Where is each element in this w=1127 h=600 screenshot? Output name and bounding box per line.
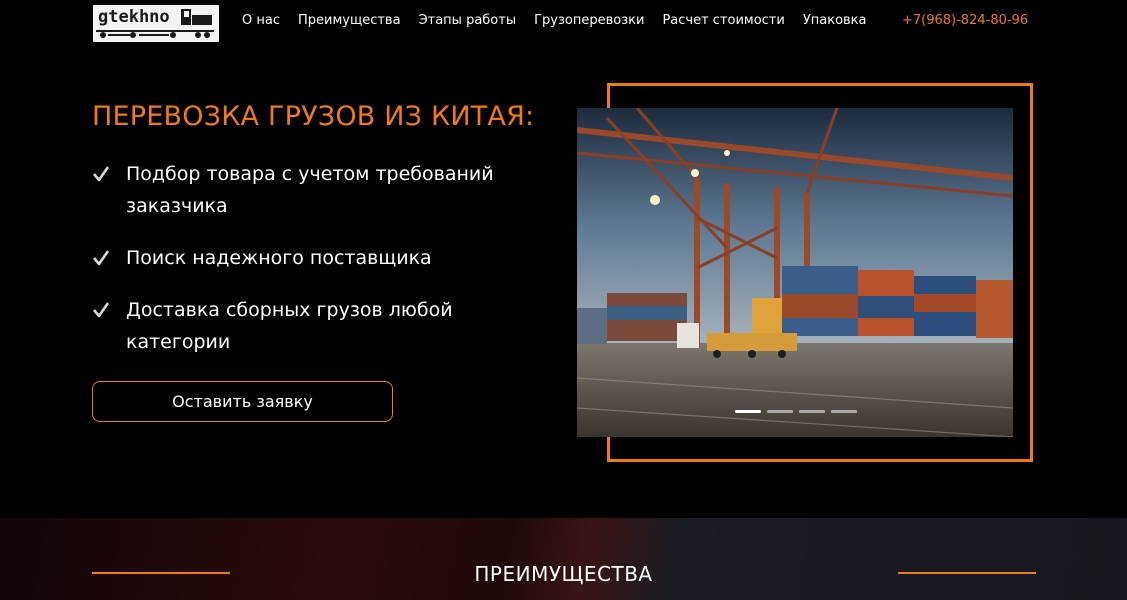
feature-list: Подбор товара с учетом требований заказч… xyxy=(92,158,552,378)
slider-dot[interactable] xyxy=(831,410,857,413)
feature-item: Поиск надежного поставщика xyxy=(92,242,552,274)
page: gtekhno О нас Преимущества Этапы работы … xyxy=(0,0,1127,600)
slider-dot[interactable] xyxy=(735,410,761,413)
logo-text: gtekhno xyxy=(98,7,170,27)
main-nav: О нас Преимущества Этапы работы Грузопер… xyxy=(242,12,885,30)
site-header: gtekhno О нас Преимущества Этапы работы … xyxy=(0,0,1127,44)
nav-item-cost-calc[interactable]: Расчет стоимости xyxy=(662,12,784,30)
hero-slider-image[interactable] xyxy=(577,108,1013,437)
nav-item-advantages[interactable]: Преимущества xyxy=(298,12,401,30)
slider-dot[interactable] xyxy=(799,410,825,413)
feature-text: Поиск надежного поставщика xyxy=(126,247,432,269)
feature-item: Доставка сборных грузов любой категории xyxy=(92,294,552,358)
nav-item-about[interactable]: О нас xyxy=(242,12,280,30)
slider-dot[interactable] xyxy=(767,410,793,413)
slider-pagination xyxy=(735,410,863,413)
feature-text: Доставка сборных грузов любой категории xyxy=(126,299,453,353)
logo[interactable]: gtekhno xyxy=(93,5,219,42)
advantages-section: ПРЕИМУЩЕСТВА xyxy=(0,518,1127,600)
phone-link[interactable]: +7(968)-824-80-96 xyxy=(902,12,1028,30)
section-title: ПРЕИМУЩЕСТВА xyxy=(474,562,653,586)
checkmark-icon xyxy=(93,302,110,318)
section-divider-right xyxy=(898,572,1036,574)
hero-title: ПЕРЕВОЗКА ГРУЗОВ ИЗ КИТАЯ: xyxy=(92,101,535,132)
nav-item-cargo[interactable]: Грузоперевозки xyxy=(534,12,644,30)
checkmark-icon xyxy=(93,250,110,266)
nav-item-packaging[interactable]: Упаковка xyxy=(803,12,867,30)
submit-request-button[interactable]: Оставить заявку xyxy=(92,381,393,422)
port-cranes-photo xyxy=(577,108,1013,437)
checkmark-icon xyxy=(93,166,110,182)
nav-item-work-stages[interactable]: Этапы работы xyxy=(419,12,517,30)
feature-item: Подбор товара с учетом требований заказч… xyxy=(92,158,552,222)
feature-text: Подбор товара с учетом требований заказч… xyxy=(126,163,494,217)
